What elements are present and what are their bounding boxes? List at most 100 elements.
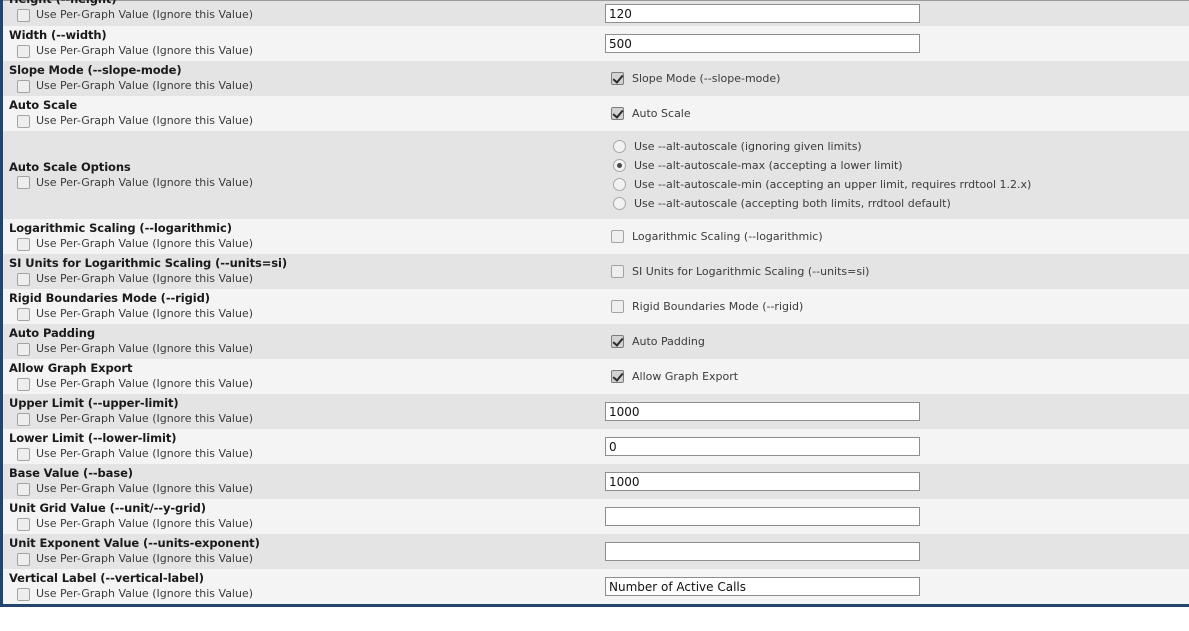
row-control-cell-base-value-base [601, 464, 1189, 499]
settings-row-upper-limit-upper-limit: Upper Limit (--upper-limit) Use Per-Graph… [3, 394, 1189, 429]
radio-button-use-alt-autoscale-max-accepting-a-lower-limit[interactable] [613, 159, 626, 172]
per-graph-checkbox-width-width[interactable] [17, 44, 30, 58]
per-graph-toggle-lower-limit-lower-limit[interactable]: Use Per-Graph Value (Ignore this Value) [9, 447, 601, 461]
row-control-cell-vertical-label-vertical-label [601, 569, 1189, 604]
radio-button-use-alt-autoscale-ignoring-given-limits[interactable] [613, 140, 626, 153]
field-title-upper-limit-upper-limit: Upper Limit (--upper-limit) [9, 396, 179, 410]
per-graph-toggle-si-units-for-logarithmic-scaling-units-si[interactable]: Use Per-Graph Value (Ignore this Value) [9, 272, 601, 286]
field-title-auto-scale: Auto Scale [9, 98, 78, 112]
field-title-allow-graph-export: Allow Graph Export [9, 361, 133, 375]
per-graph-checkbox-base-value-base[interactable] [17, 482, 30, 496]
per-graph-label-unit-grid-value-unit-y-grid: Use Per-Graph Value (Ignore this Value) [36, 517, 254, 530]
settings-row-height-height: Height (--height) Use Per-Graph Value (Ig… [3, 0, 1189, 26]
field-title-si-units-for-logarithmic-scaling-units-si: SI Units for Logarithmic Scaling (--unit… [9, 256, 288, 270]
per-graph-label-unit-exponent-value-units-exponent: Use Per-Graph Value (Ignore this Value) [36, 552, 254, 565]
per-graph-toggle-base-value-base[interactable]: Use Per-Graph Value (Ignore this Value) [9, 482, 601, 496]
input-lower-limit-lower-limit[interactable] [605, 437, 920, 456]
checkbox-label-allow-graph-export: Allow Graph Export [632, 370, 739, 383]
row-label-cell-base-value-base: Base Value (--base) Use Per-Graph Value (… [3, 464, 601, 499]
checkbox-label-rigid-boundaries-mode-rigid: Rigid Boundaries Mode (--rigid) [632, 300, 804, 313]
settings-row-slope-mode-slope-mode: Slope Mode (--slope-mode) Use Per-Graph V… [3, 61, 1189, 96]
per-graph-checkbox-vertical-label-vertical-label[interactable] [17, 587, 30, 601]
option-allow-graph-export[interactable]: Allow Graph Export [605, 367, 1189, 386]
option-logarithmic-scaling-logarithmic[interactable]: Logarithmic Scaling (--logarithmic) [605, 227, 1189, 246]
settings-row-auto-scale-options: Auto Scale Options Use Per-Graph Value (I… [3, 131, 1189, 219]
row-control-cell-rigid-boundaries-mode-rigid: Rigid Boundaries Mode (--rigid) [601, 289, 1189, 324]
per-graph-checkbox-rigid-boundaries-mode-rigid[interactable] [17, 307, 30, 321]
per-graph-checkbox-slope-mode-slope-mode[interactable] [17, 79, 30, 93]
checkbox-rigid-boundaries-mode-rigid[interactable] [611, 300, 624, 313]
radio-option-use-alt-autoscale-max-accepting-a-lower-limit[interactable]: Use --alt-autoscale-max (accepting a low… [605, 156, 1189, 175]
row-label-cell-upper-limit-upper-limit: Upper Limit (--upper-limit) Use Per-Graph… [3, 394, 601, 429]
row-control-cell-logarithmic-scaling-logarithmic: Logarithmic Scaling (--logarithmic) [601, 219, 1189, 254]
radio-option-use-alt-autoscale-min-accepting-an-upper-limit-requires-rrdt[interactable]: Use --alt-autoscale-min (accepting an up… [605, 175, 1189, 194]
radio-label-use-alt-autoscale-max-accepting-a-lower-limit: Use --alt-autoscale-max (accepting a low… [634, 159, 903, 172]
input-unit-grid-value-unit-y-grid[interactable] [605, 507, 920, 526]
settings-row-vertical-label-vertical-label: Vertical Label (--vertical-label) Use Per… [3, 569, 1189, 604]
per-graph-checkbox-height-height[interactable] [17, 8, 30, 22]
radio-label-use-alt-autoscale-accepting-both-limits-rrdtool-default: Use --alt-autoscale (accepting both limi… [634, 197, 951, 210]
per-graph-toggle-width-width[interactable]: Use Per-Graph Value (Ignore this Value) [9, 44, 601, 58]
row-label-cell-lower-limit-lower-limit: Lower Limit (--lower-limit) Use Per-Graph… [3, 429, 601, 464]
input-height-height[interactable] [605, 4, 920, 23]
radio-button-use-alt-autoscale-accepting-both-limits-rrdtool-default[interactable] [613, 197, 626, 210]
radio-option-use-alt-autoscale-ignoring-given-limits[interactable]: Use --alt-autoscale (ignoring given limi… [605, 137, 1189, 156]
input-upper-limit-upper-limit[interactable] [605, 402, 920, 421]
checkbox-auto-padding[interactable] [611, 335, 624, 348]
row-label-cell-rigid-boundaries-mode-rigid: Rigid Boundaries Mode (--rigid) Use Per-G… [3, 289, 601, 324]
input-vertical-label-vertical-label[interactable] [605, 577, 920, 596]
per-graph-label-auto-scale: Use Per-Graph Value (Ignore this Value) [36, 114, 254, 127]
checkbox-label-slope-mode-slope-mode: Slope Mode (--slope-mode) [632, 72, 781, 85]
input-base-value-base[interactable] [605, 472, 920, 491]
row-label-cell-vertical-label-vertical-label: Vertical Label (--vertical-label) Use Per… [3, 569, 601, 604]
per-graph-checkbox-unit-exponent-value-units-exponent[interactable] [17, 552, 30, 566]
row-label-cell-logarithmic-scaling-logarithmic: Logarithmic Scaling (--logarithmic) Use P… [3, 219, 601, 254]
per-graph-label-auto-padding: Use Per-Graph Value (Ignore this Value) [36, 342, 254, 355]
per-graph-checkbox-logarithmic-scaling-logarithmic[interactable] [17, 237, 30, 251]
checkbox-slope-mode-slope-mode[interactable] [611, 72, 624, 85]
per-graph-checkbox-auto-padding[interactable] [17, 342, 30, 356]
input-width-width[interactable] [605, 34, 920, 53]
checkbox-auto-scale[interactable] [611, 107, 624, 120]
row-control-cell-si-units-for-logarithmic-scaling-units-si: SI Units for Logarithmic Scaling (--unit… [601, 254, 1189, 289]
input-unit-exponent-value-units-exponent[interactable] [605, 542, 920, 561]
per-graph-toggle-auto-padding[interactable]: Use Per-Graph Value (Ignore this Value) [9, 342, 601, 356]
per-graph-toggle-rigid-boundaries-mode-rigid[interactable]: Use Per-Graph Value (Ignore this Value) [9, 307, 601, 321]
option-auto-padding[interactable]: Auto Padding [605, 332, 1189, 351]
per-graph-toggle-vertical-label-vertical-label[interactable]: Use Per-Graph Value (Ignore this Value) [9, 587, 601, 601]
per-graph-toggle-auto-scale[interactable]: Use Per-Graph Value (Ignore this Value) [9, 114, 601, 128]
option-rigid-boundaries-mode-rigid[interactable]: Rigid Boundaries Mode (--rigid) [605, 297, 1189, 316]
per-graph-toggle-logarithmic-scaling-logarithmic[interactable]: Use Per-Graph Value (Ignore this Value) [9, 237, 601, 251]
per-graph-checkbox-allow-graph-export[interactable] [17, 377, 30, 391]
row-control-cell-upper-limit-upper-limit [601, 394, 1189, 429]
per-graph-toggle-slope-mode-slope-mode[interactable]: Use Per-Graph Value (Ignore this Value) [9, 79, 601, 93]
per-graph-checkbox-auto-scale-options[interactable] [17, 176, 30, 189]
checkbox-allow-graph-export[interactable] [611, 370, 624, 383]
per-graph-checkbox-si-units-for-logarithmic-scaling-units-si[interactable] [17, 272, 30, 286]
radio-option-use-alt-autoscale-accepting-both-limits-rrdtool-default[interactable]: Use --alt-autoscale (accepting both limi… [605, 194, 1189, 213]
per-graph-toggle-unit-exponent-value-units-exponent[interactable]: Use Per-Graph Value (Ignore this Value) [9, 552, 601, 566]
field-title-base-value-base: Base Value (--base) [9, 466, 133, 480]
per-graph-checkbox-upper-limit-upper-limit[interactable] [17, 412, 30, 426]
per-graph-checkbox-auto-scale[interactable] [17, 114, 30, 128]
settings-row-si-units-for-logarithmic-scaling-units-si: SI Units for Logarithmic Scaling (--unit… [3, 254, 1189, 289]
per-graph-label-vertical-label-vertical-label: Use Per-Graph Value (Ignore this Value) [36, 587, 254, 600]
per-graph-toggle-unit-grid-value-unit-y-grid[interactable]: Use Per-Graph Value (Ignore this Value) [9, 517, 601, 531]
per-graph-toggle-height-height[interactable]: Use Per-Graph Value (Ignore this Value) [9, 8, 601, 22]
per-graph-toggle-auto-scale-options[interactable]: Use Per-Graph Value (Ignore this Value) [9, 176, 601, 190]
option-slope-mode-slope-mode[interactable]: Slope Mode (--slope-mode) [605, 69, 1189, 88]
per-graph-checkbox-lower-limit-lower-limit[interactable] [17, 447, 30, 461]
radio-button-use-alt-autoscale-min-accepting-an-upper-limit-requires-rrdt[interactable] [613, 178, 626, 191]
per-graph-toggle-upper-limit-upper-limit[interactable]: Use Per-Graph Value (Ignore this Value) [9, 412, 601, 426]
checkbox-logarithmic-scaling-logarithmic[interactable] [611, 230, 624, 243]
per-graph-checkbox-unit-grid-value-unit-y-grid[interactable] [17, 517, 30, 531]
checkbox-label-auto-padding: Auto Padding [632, 335, 705, 348]
field-title-slope-mode-slope-mode: Slope Mode (--slope-mode) [9, 63, 182, 77]
row-control-cell-allow-graph-export: Allow Graph Export [601, 359, 1189, 394]
settings-row-auto-padding: Auto Padding Use Per-Graph Value (Ignore … [3, 324, 1189, 359]
per-graph-toggle-allow-graph-export[interactable]: Use Per-Graph Value (Ignore this Value) [9, 377, 601, 391]
option-auto-scale[interactable]: Auto Scale [605, 104, 1189, 123]
row-label-cell-auto-scale: Auto Scale Use Per-Graph Value (Ignore th… [3, 96, 601, 131]
checkbox-si-units-for-logarithmic-scaling-units-si[interactable] [611, 265, 624, 278]
option-si-units-for-logarithmic-scaling-units-si[interactable]: SI Units for Logarithmic Scaling (--unit… [605, 262, 1189, 281]
